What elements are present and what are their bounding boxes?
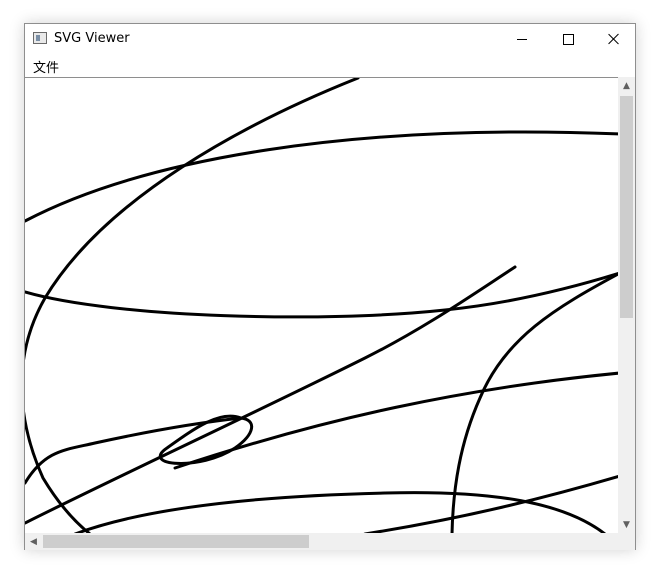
scroll-left-arrow-icon[interactable]: ◀ <box>25 533 42 550</box>
menu-file[interactable]: 文件 <box>27 56 65 77</box>
curve-lower-sweep <box>173 371 618 470</box>
scroll-up-arrow-icon[interactable]: ▲ <box>618 77 635 94</box>
horizontal-scrollbar[interactable]: ◀ <box>25 533 618 550</box>
svg-canvas[interactable] <box>25 77 618 534</box>
window-title: SVG Viewer <box>54 31 130 46</box>
title-bar[interactable]: SVG Viewer <box>25 24 635 54</box>
scrollbar-corner <box>618 533 635 550</box>
curve-bottom-arc <box>73 491 607 534</box>
app-window-icon <box>33 32 47 44</box>
menu-bar: 文件 <box>25 54 635 76</box>
maximize-button[interactable] <box>545 24 591 54</box>
close-button[interactable] <box>591 24 637 54</box>
close-icon <box>608 33 620 45</box>
minimize-icon <box>517 38 527 40</box>
curve-lower-left <box>25 416 243 485</box>
curve-bottom-right <box>363 475 618 534</box>
vertical-scroll-thumb[interactable] <box>620 96 633 318</box>
scroll-down-arrow-icon[interactable]: ▼ <box>618 516 635 533</box>
horizontal-scroll-thumb[interactable] <box>43 535 309 548</box>
svg-viewer-window: SVG Viewer 文件 ▲ ▼ ◀ <box>24 23 636 550</box>
svg-drawing <box>25 78 618 534</box>
vertical-scrollbar[interactable]: ▲ ▼ <box>618 77 635 533</box>
curve-top-sweep <box>25 130 618 223</box>
maximize-icon <box>562 33 574 45</box>
minimize-button[interactable] <box>499 24 545 54</box>
curve-big-arc <box>25 78 360 534</box>
curve-middle-sweep <box>25 272 618 319</box>
